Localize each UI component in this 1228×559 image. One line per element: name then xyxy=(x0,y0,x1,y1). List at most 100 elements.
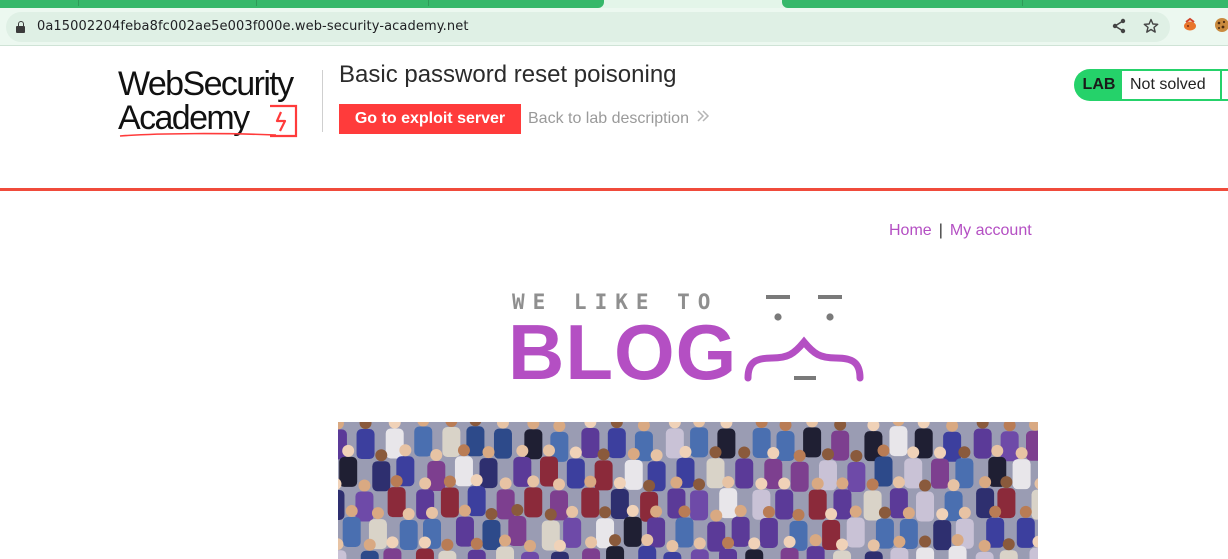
exploit-server-button[interactable]: Go to exploit server xyxy=(339,104,521,134)
lock-icon[interactable] xyxy=(16,21,25,33)
nav-home-link[interactable]: Home xyxy=(889,222,932,239)
crowd-figure-head xyxy=(821,448,834,461)
back-to-lab-description-link[interactable]: Back to lab description xyxy=(528,110,689,128)
crowd-figure-head xyxy=(919,535,932,548)
crowd-figure-head xyxy=(767,446,780,459)
url-text[interactable]: 0a15002204feba8fc002ae5e003f000e.web-sec… xyxy=(37,19,469,34)
cookie-icon[interactable] xyxy=(1213,17,1228,35)
crowd-figure-head xyxy=(419,477,432,490)
crowd-figure-head xyxy=(679,445,692,458)
crowd-figure-body xyxy=(847,461,866,492)
crowd-figure-head xyxy=(893,535,906,548)
crowd-figure-body xyxy=(780,547,799,559)
crowd-figure-body xyxy=(675,517,694,548)
crowd-figure-head xyxy=(850,449,863,462)
web-security-academy-logo[interactable]: WebSecurity Academy xyxy=(118,66,322,142)
crowd-figure-body xyxy=(776,431,795,462)
crowd-figure-head xyxy=(569,446,582,459)
crowd-figure-head xyxy=(470,474,483,487)
crowd-figure-head xyxy=(544,508,557,521)
share-icon[interactable] xyxy=(1110,18,1128,36)
extension-icon[interactable] xyxy=(1181,17,1199,35)
crowd-figure-body xyxy=(833,550,852,559)
crowd-figure-body xyxy=(1016,517,1035,548)
status-edge xyxy=(1221,69,1228,101)
crowd-figure-head xyxy=(710,509,723,522)
crowd-figure-body xyxy=(383,548,402,559)
crowd-figure-body xyxy=(399,519,418,550)
crowd-figure-body xyxy=(808,489,827,520)
crowd-figure-body xyxy=(581,487,600,518)
crowd-figure-body xyxy=(563,517,582,548)
chevron-right-icon[interactable] xyxy=(696,108,710,129)
crowd-figure-head xyxy=(585,536,598,549)
nav-separator: | xyxy=(938,222,943,239)
crowd-figure-body xyxy=(706,458,725,489)
crowd-figure-head xyxy=(811,477,824,490)
crowd-figure-body xyxy=(414,426,433,457)
crowd-figure-head xyxy=(511,504,524,517)
crowd-figure-head xyxy=(485,508,498,521)
crowd-figure-head xyxy=(399,444,412,457)
tab-separator xyxy=(256,0,257,6)
crowd-figure-body xyxy=(846,517,865,548)
crowd-figure-head xyxy=(678,505,691,518)
crowd-figure-head xyxy=(1015,447,1028,460)
crowd-figure-head xyxy=(991,444,1004,457)
crowd-figure-head xyxy=(641,534,654,547)
crowd-figure-head xyxy=(516,444,529,457)
crowd-figure-head xyxy=(458,504,471,517)
crowd-figure-head xyxy=(878,506,891,519)
crowd-figure-body xyxy=(975,551,994,559)
browser-tab-left[interactable] xyxy=(0,0,604,8)
crowd-figure-body xyxy=(663,551,682,559)
crowd-figure-body xyxy=(719,488,738,519)
tab-separator xyxy=(78,0,79,6)
crowd-figure-body xyxy=(442,426,461,457)
crowd-figure-head xyxy=(722,476,735,489)
crowd-figure-body xyxy=(745,549,764,559)
crowd-figure-body xyxy=(482,520,501,551)
crowd-image xyxy=(338,422,1038,559)
crowd-figure-head xyxy=(358,479,371,492)
star-icon[interactable] xyxy=(1142,18,1160,36)
tab-separator xyxy=(428,0,429,6)
crowd-figure-body xyxy=(521,551,540,559)
crowd-figure-body xyxy=(719,548,738,559)
crowd-figure-head xyxy=(566,505,579,518)
crowd-figure-body xyxy=(775,489,794,520)
crowd-figure-body xyxy=(973,428,992,459)
blog-hero-image xyxy=(338,422,1038,559)
crowd-figure-body xyxy=(467,549,486,559)
browser-tab-right[interactable] xyxy=(782,0,1228,8)
crowd-figure-head xyxy=(650,505,663,518)
crowd-figure-head xyxy=(951,534,964,547)
crowd-figure-head xyxy=(734,504,747,517)
browser-toolbar: 0a15002204feba8fc002ae5e003f000e.web-sec… xyxy=(0,8,1228,46)
address-bar[interactable]: 0a15002204feba8fc002ae5e003f000e.web-sec… xyxy=(6,12,1170,42)
crowd-figure-body xyxy=(582,548,601,559)
crowd-figure-body xyxy=(1026,430,1038,461)
crowd-figure-head xyxy=(866,478,879,491)
crowd-figure-body xyxy=(731,516,750,547)
crowd-figure-head xyxy=(386,536,399,549)
crowd-figure-head xyxy=(524,539,537,552)
lab-title: Basic password reset poisoning xyxy=(339,61,677,88)
crowd-figure-body xyxy=(524,429,543,460)
crowd-figure-head xyxy=(542,444,555,457)
crowd-figure-head xyxy=(809,534,822,547)
crowd-figure-body xyxy=(999,550,1018,559)
crowd-figure-head xyxy=(989,505,1002,518)
logo-underline xyxy=(119,132,277,137)
crowd-figure-head xyxy=(836,538,849,551)
crowd-figure-body xyxy=(415,548,434,559)
crowd-figure-head xyxy=(553,478,566,491)
crowd-figure-head xyxy=(748,537,761,550)
crowd-figure-body xyxy=(438,550,457,559)
crowd-figure-head xyxy=(792,508,805,521)
crowd-figure-head xyxy=(825,508,838,521)
crowd-figure-body xyxy=(339,456,358,487)
nav-my-account-link[interactable]: My account xyxy=(950,222,1032,239)
crowd-figure-head xyxy=(482,446,495,459)
crowd-figure-body xyxy=(624,459,643,490)
